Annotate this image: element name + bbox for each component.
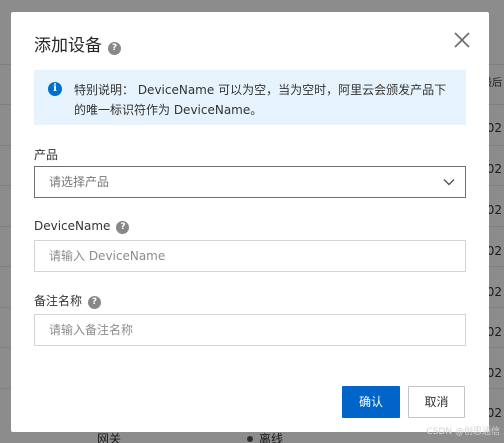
add-device-dialog: 添加设备? i 特别说明： DeviceName 可以为空，当为空时，阿里云会颁…	[11, 12, 489, 432]
info-icon: i	[48, 82, 62, 96]
help-icon[interactable]: ?	[88, 296, 102, 309]
device-name-label: DeviceName?	[34, 219, 130, 234]
confirm-button[interactable]: 确认	[342, 386, 400, 418]
close-button[interactable]	[453, 31, 471, 49]
product-select-placeholder: 请选择产品	[49, 175, 110, 189]
device-name-label-text: DeviceName	[34, 219, 111, 233]
chevron-down-icon	[443, 179, 455, 186]
help-icon[interactable]: ?	[108, 42, 121, 55]
product-label: 产品	[34, 148, 59, 162]
note-name-label-text: 备注名称	[34, 294, 83, 308]
product-select[interactable]: 请选择产品	[34, 166, 466, 198]
notice-text: 特别说明： DeviceName 可以为空，当为空时，阿里云会颁发产品下的唯一标…	[74, 83, 447, 117]
cancel-button[interactable]: 取消	[408, 386, 465, 418]
notice-box: i 特别说明： DeviceName 可以为空，当为空时，阿里云会颁发产品下的唯…	[34, 70, 466, 125]
close-icon	[454, 32, 470, 48]
dialog-title-text: 添加设备	[34, 36, 102, 56]
watermark: CSDN @创思通信	[426, 427, 500, 437]
note-name-input[interactable]	[34, 314, 466, 346]
note-name-label: 备注名称?	[34, 292, 102, 309]
device-name-input[interactable]	[34, 240, 466, 272]
help-icon[interactable]: ?	[116, 221, 130, 234]
dialog-title: 添加设备?	[34, 31, 121, 56]
